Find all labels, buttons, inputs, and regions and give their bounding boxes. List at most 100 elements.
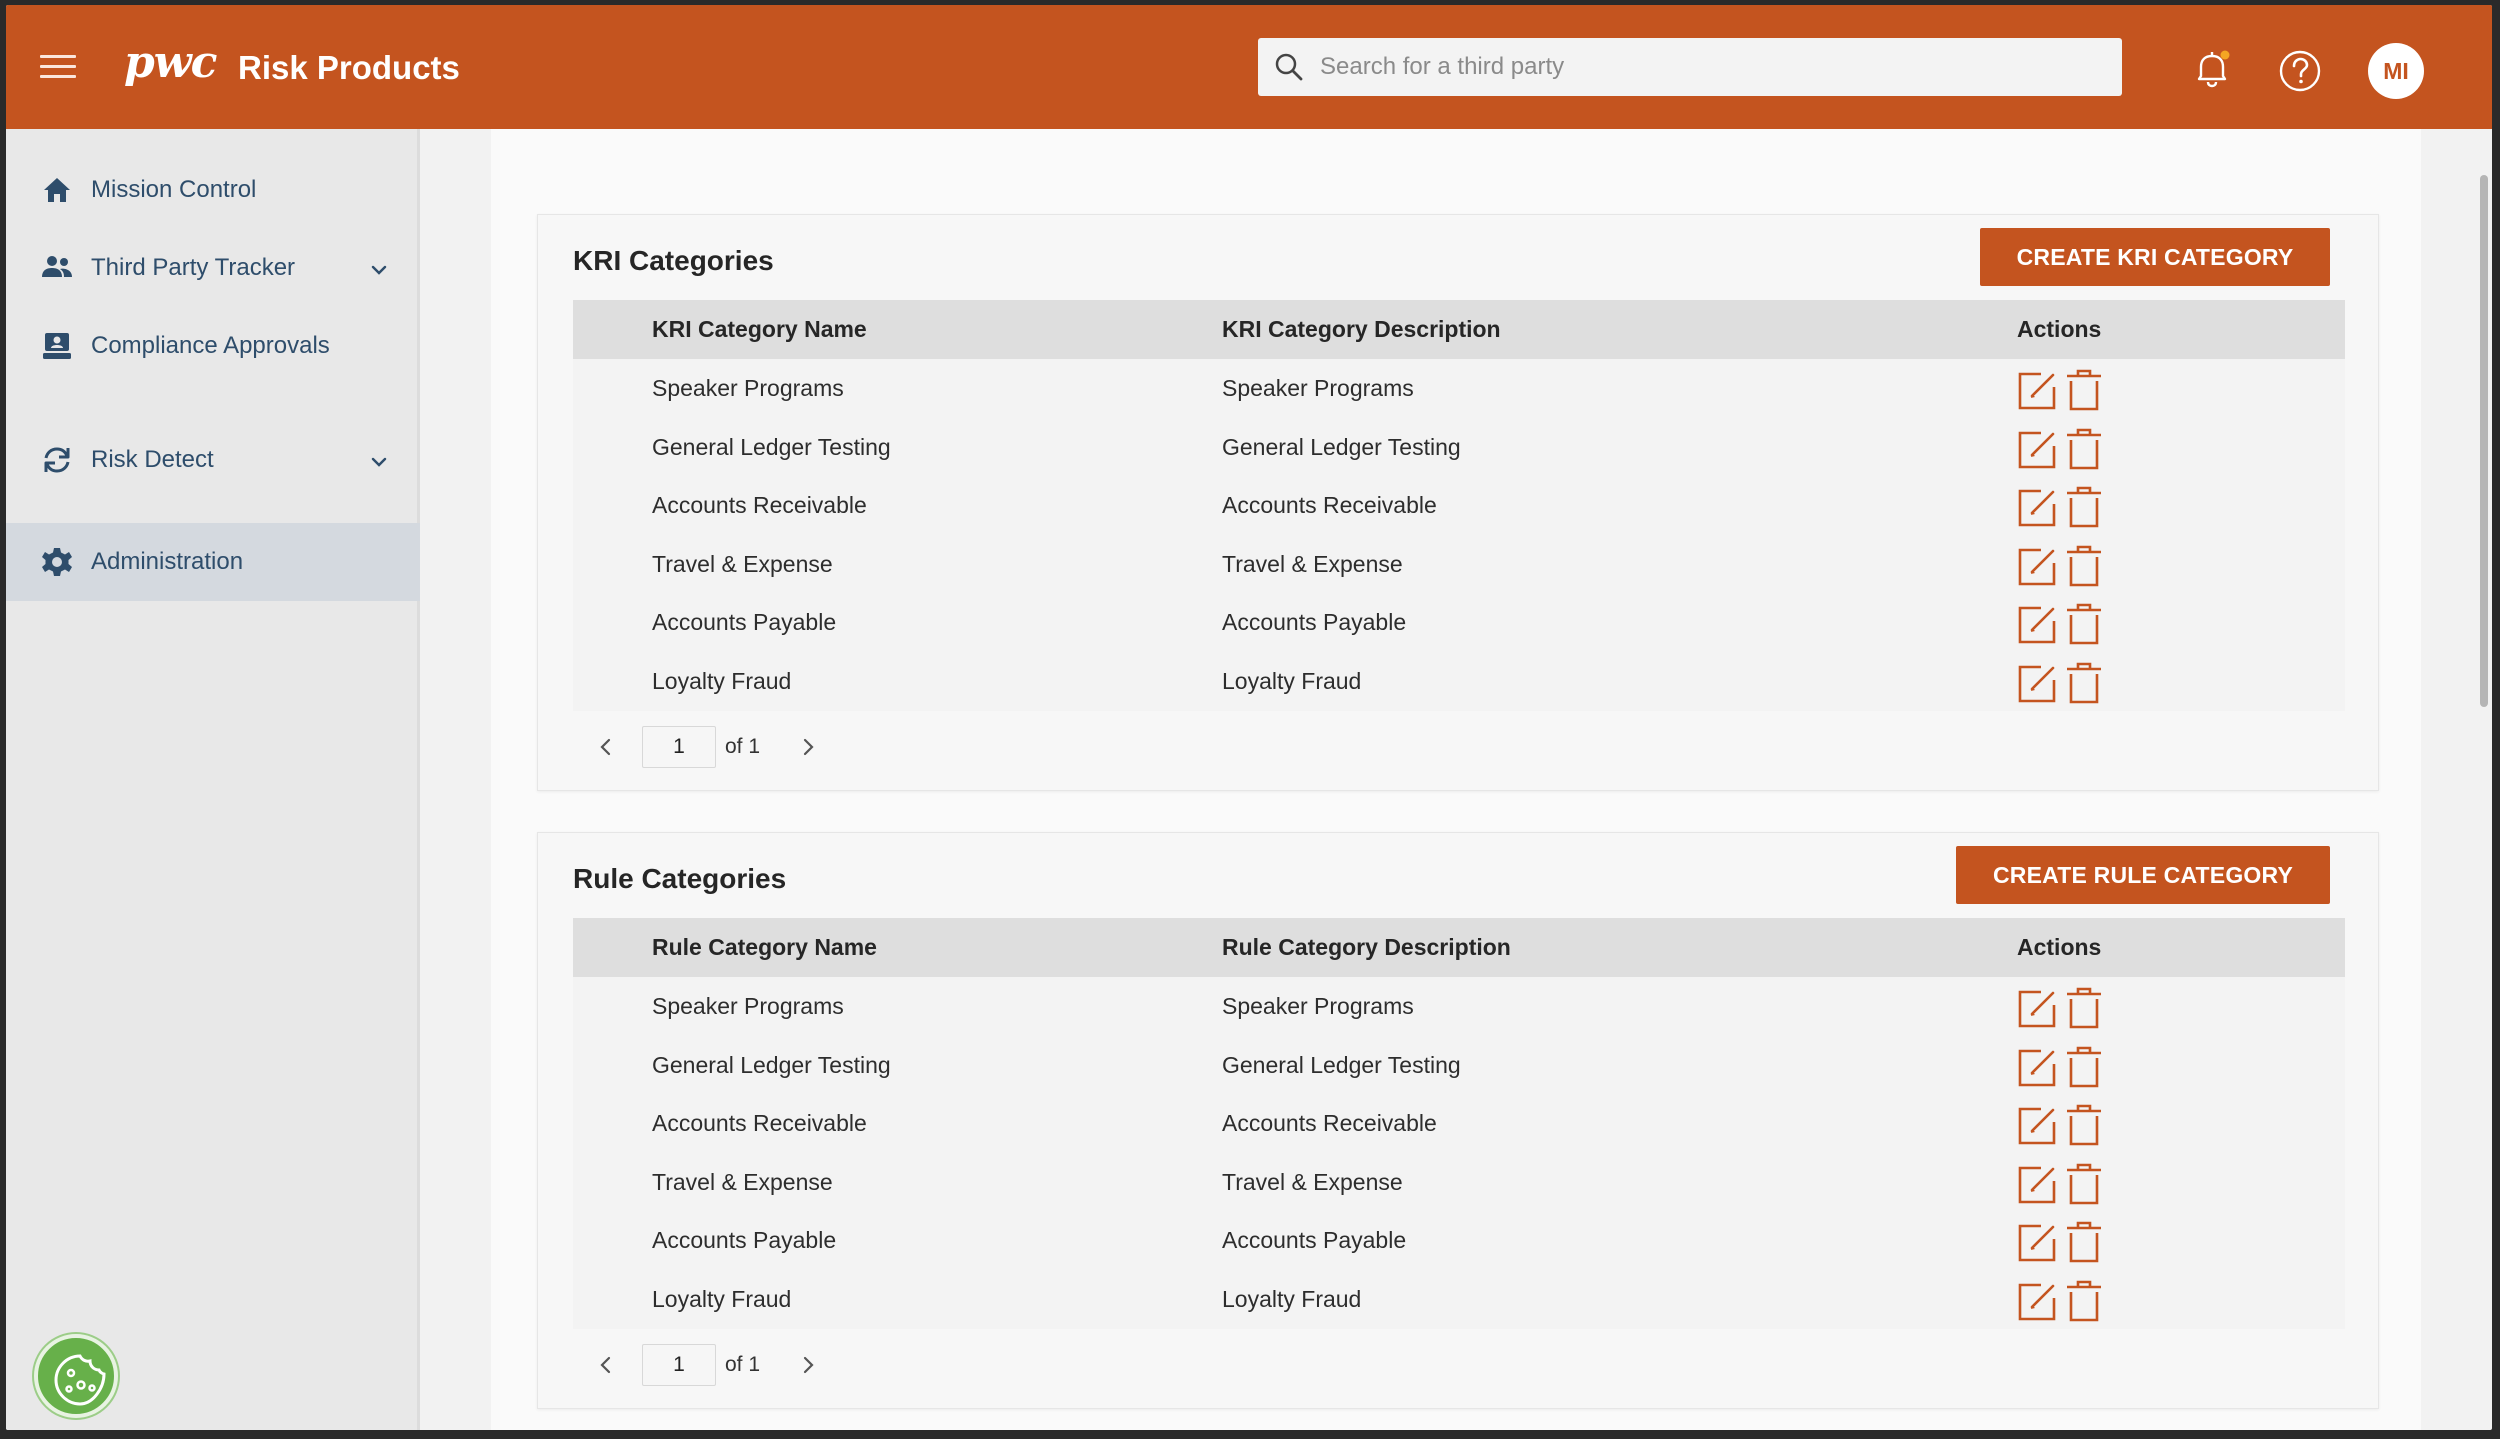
- chevron-left-icon[interactable]: [593, 734, 619, 760]
- category-name-cell: General Ledger Testing: [652, 1051, 891, 1078]
- edit-icon[interactable]: [2017, 430, 2057, 470]
- chevron-down-icon[interactable]: [368, 259, 390, 281]
- app-window: pwc Risk Products MI Missi: [6, 5, 2492, 1430]
- search-input[interactable]: [1320, 38, 2100, 96]
- page-count-label: of 1: [725, 1353, 761, 1376]
- trash-icon[interactable]: [2065, 1103, 2103, 1147]
- kri-table-body: Speaker Programs Speaker Programs General …: [573, 359, 2345, 711]
- rule-pagination: of 1: [573, 1344, 973, 1386]
- category-name-cell: Travel & Expense: [652, 550, 833, 577]
- vertical-scrollbar[interactable]: [2480, 175, 2488, 707]
- category-description-cell: Accounts Receivable: [1222, 1110, 1437, 1137]
- edit-icon[interactable]: [2017, 371, 2057, 411]
- category-description-cell: Accounts Receivable: [1222, 492, 1437, 519]
- column-header-name[interactable]: KRI Category Name: [652, 300, 867, 359]
- create-rule-category-button[interactable]: CREATE RULE CATEGORY: [1956, 846, 2330, 904]
- edit-icon[interactable]: [2017, 664, 2057, 704]
- column-header-actions: Actions: [2017, 934, 2102, 960]
- kri-table: KRI Category Name KRI Category Descripti…: [573, 300, 2345, 711]
- edit-icon[interactable]: [2017, 547, 2057, 587]
- kri-pagination: of 1: [573, 726, 973, 768]
- table-row: Loyalty Fraud Loyalty Fraud: [573, 652, 2345, 711]
- rule-table-body: Speaker Programs Speaker Programs General …: [573, 977, 2345, 1329]
- sync-icon: [44, 447, 70, 473]
- trash-icon[interactable]: [2065, 1162, 2103, 1206]
- trash-icon[interactable]: [2065, 602, 2103, 646]
- chevron-left-icon[interactable]: [593, 1352, 619, 1378]
- category-description-cell: Speaker Programs: [1222, 375, 1414, 401]
- edit-icon[interactable]: [2017, 1282, 2057, 1322]
- category-name-cell: Accounts Payable: [652, 609, 837, 636]
- category-name-cell: General Ledger Testing: [652, 433, 891, 460]
- trash-icon[interactable]: [2065, 661, 2103, 705]
- create-kri-category-button[interactable]: CREATE KRI CATEGORY: [1980, 228, 2330, 286]
- category-description-cell: Travel & Expense: [1222, 1168, 1403, 1195]
- column-header-description[interactable]: Rule Category Description: [1222, 918, 1511, 977]
- sidebar-item-label: Administration: [91, 548, 244, 575]
- user-avatar[interactable]: MI: [2368, 43, 2424, 99]
- trash-icon[interactable]: [2065, 427, 2103, 471]
- chevron-down-icon[interactable]: [368, 451, 390, 473]
- page-number-input[interactable]: [642, 726, 716, 768]
- trash-icon[interactable]: [2065, 1045, 2103, 1089]
- sidebar: Mission Control Third Party Tracker Comp…: [6, 129, 420, 1430]
- column-header-description[interactable]: KRI Category Description: [1222, 300, 1501, 359]
- sidebar-item-mission-control[interactable]: Mission Control: [6, 171, 420, 211]
- category-description-cell: Accounts Payable: [1222, 609, 1407, 636]
- table-row: General Ledger Testing General Ledger Tes…: [573, 1036, 2345, 1095]
- edit-icon[interactable]: [2017, 1165, 2057, 1205]
- trash-icon[interactable]: [2065, 1279, 2103, 1323]
- edit-icon[interactable]: [2017, 1106, 2057, 1146]
- compliance-icon: [43, 333, 71, 359]
- menu-icon[interactable]: [40, 55, 76, 79]
- category-description-cell: Speaker Programs: [1222, 993, 1414, 1019]
- edit-icon[interactable]: [2017, 1223, 2057, 1263]
- app-title: Risk Products: [238, 49, 460, 86]
- home-icon: [44, 178, 70, 202]
- kri-categories-card: KRI Categories CREATE KRI CATEGORY KRI C…: [537, 214, 2379, 791]
- table-header: Rule Category Name Rule Category Descrip…: [573, 918, 2345, 977]
- page-number-input[interactable]: [642, 1344, 716, 1386]
- sidebar-item-label: Compliance Approvals: [91, 332, 330, 359]
- edit-icon[interactable]: [2017, 989, 2057, 1029]
- sidebar-item-compliance-approvals[interactable]: Compliance Approvals: [6, 327, 420, 405]
- category-name-cell: Travel & Expense: [652, 1168, 833, 1195]
- category-description-cell: Accounts Payable: [1222, 1227, 1407, 1254]
- help-icon[interactable]: [2278, 49, 2322, 93]
- table-row: Travel & Expense Travel & Expense: [573, 1153, 2345, 1212]
- category-description-cell: General Ledger Testing: [1222, 1051, 1461, 1078]
- category-name-cell: Accounts Receivable: [652, 1110, 867, 1137]
- sidebar-item-risk-detect[interactable]: Risk Detect: [6, 441, 420, 481]
- table-row: Travel & Expense Travel & Expense: [573, 535, 2345, 594]
- search-box[interactable]: [1258, 38, 2122, 96]
- sidebar-item-third-party-tracker[interactable]: Third Party Tracker: [6, 249, 420, 289]
- trash-icon[interactable]: [2065, 368, 2103, 412]
- sidebar-item-label: Mission Control: [91, 176, 257, 203]
- rule-section-title: Rule Categories: [573, 863, 787, 894]
- cookie-icon: [54, 1354, 106, 1406]
- trash-icon[interactable]: [2065, 544, 2103, 588]
- category-description-cell: Loyalty Fraud: [1222, 667, 1362, 694]
- category-description-cell: Loyalty Fraud: [1222, 1285, 1362, 1312]
- category-description-cell: Travel & Expense: [1222, 550, 1403, 577]
- trash-icon[interactable]: [2065, 1220, 2103, 1264]
- cookie-settings-button[interactable]: [34, 1334, 118, 1418]
- sidebar-item-administration[interactable]: Administration: [6, 523, 420, 601]
- chevron-right-icon[interactable]: [795, 1352, 821, 1378]
- edit-icon[interactable]: [2017, 488, 2057, 528]
- table-row: Accounts Receivable Accounts Receivable: [573, 476, 2345, 535]
- trash-icon[interactable]: [2065, 485, 2103, 529]
- column-header-name[interactable]: Rule Category Name: [652, 918, 877, 977]
- search-icon: [1275, 53, 1303, 81]
- sidebar-item-label: Risk Detect: [91, 446, 214, 473]
- trash-icon[interactable]: [2065, 986, 2103, 1030]
- users-icon: [42, 256, 72, 277]
- gear-icon: [42, 548, 72, 576]
- category-name-cell: Accounts Payable: [652, 1227, 837, 1254]
- chevron-right-icon[interactable]: [795, 734, 821, 760]
- brand-logo: pwc: [124, 37, 217, 88]
- edit-icon[interactable]: [2017, 1048, 2057, 1088]
- notification-bell-icon[interactable]: [2190, 47, 2234, 91]
- kri-section-title: KRI Categories: [573, 245, 774, 276]
- edit-icon[interactable]: [2017, 605, 2057, 645]
